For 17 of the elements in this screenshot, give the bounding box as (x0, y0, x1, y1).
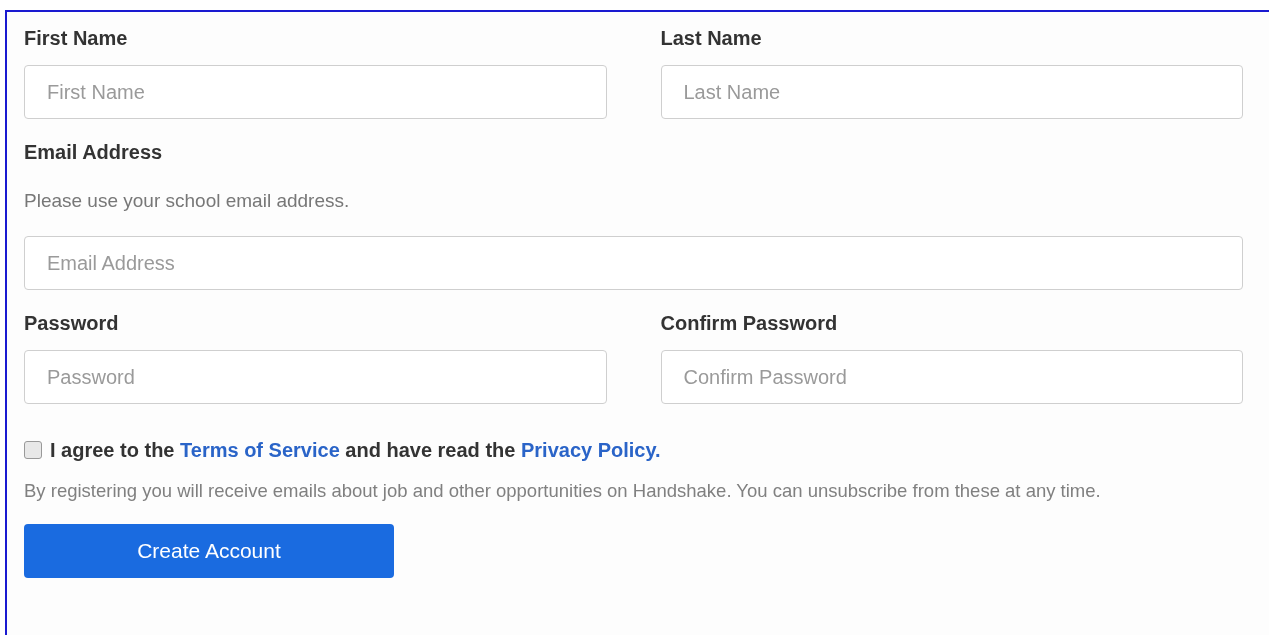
privacy-link[interactable]: Privacy Policy. (520, 439, 661, 461)
input-field[interactable]: Password (24, 350, 607, 404)
field-label: Email Address (24, 140, 163, 165)
field-label: First Name (24, 26, 128, 51)
field-label: Password (24, 311, 119, 336)
input-field[interactable]: Confirm Password (660, 350, 1243, 404)
input-field[interactable]: First Name (24, 65, 607, 119)
checkbox[interactable] (24, 441, 42, 459)
field-label: Confirm Password (660, 311, 838, 336)
input-field[interactable]: Email Address (24, 236, 1243, 290)
terms-link[interactable]: Terms of Service (180, 439, 340, 461)
field-label: Last Name (660, 26, 762, 51)
input-field[interactable]: Last Name (660, 65, 1243, 119)
create-account-button[interactable]: Create Account (24, 524, 394, 578)
field-hint: Please use your school email address. (24, 189, 350, 213)
notice-text: By registering you will receive emails about job and other opportunities on Handshake. You can unsubscribe from these at any time. (24, 479, 1102, 503)
agreement-text: I agree to the Terms of Service and have read the Privacy Policy. (50, 438, 661, 463)
